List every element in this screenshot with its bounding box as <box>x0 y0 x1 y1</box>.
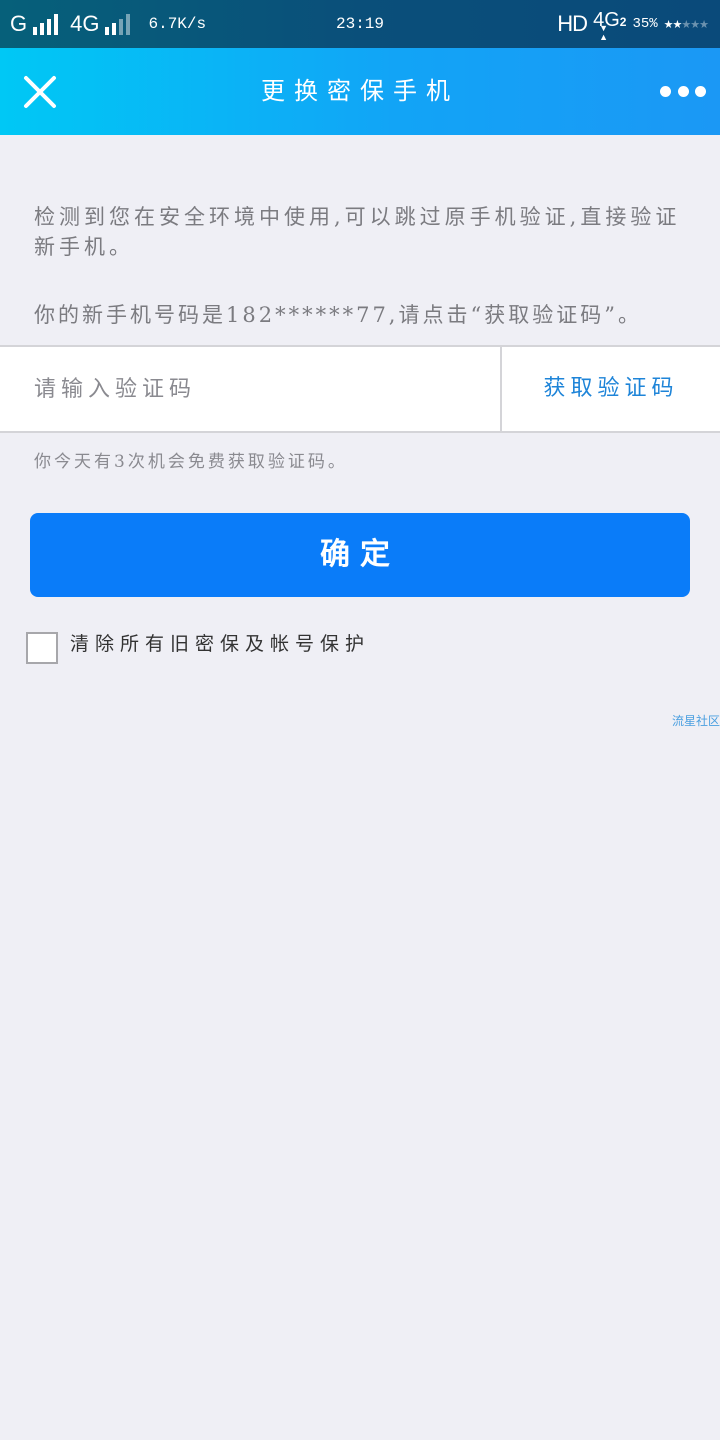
more-icon <box>677 85 689 97</box>
more-button[interactable] <box>660 74 706 108</box>
clear-protection-checkbox[interactable] <box>26 632 58 664</box>
status-bar: G 4G 6.7K/s 23:19 HD 4G2 ▼ ▲ 35% ★★★★★ <box>0 0 720 48</box>
page-title: 更换密保手机 <box>261 77 459 105</box>
more-icon <box>695 85 706 97</box>
title-bar: 更换密保手机 <box>0 48 720 135</box>
watermark: 流星社区 <box>671 714 720 728</box>
clear-protection-label[interactable]: 清除所有旧密保及帐号保护 <box>70 630 370 658</box>
battery-level: 35% <box>632 16 658 32</box>
status-right: HD 4G2 ▼ ▲ 35% ★★★★★ <box>557 0 709 48</box>
verification-code-input[interactable] <box>0 347 500 431</box>
description-text: 检测到您在安全环境中使用,可以跳过原手机验证,直接验证新手机。 <box>34 205 681 259</box>
data-arrows-icon: ▼ ▲ <box>599 22 608 42</box>
rating-on: ★★ <box>663 17 683 31</box>
get-code-button[interactable]: 获取验证码 <box>502 347 720 431</box>
rating-off: ★★★ <box>681 17 709 31</box>
rating-stars-icon: ★★★★★ <box>663 17 709 31</box>
network-type-icon: 4G2 ▼ ▲ <box>593 9 627 42</box>
more-icon <box>660 85 671 97</box>
confirm-button[interactable]: 确定 <box>30 513 690 597</box>
code-hint-text: 你今天有3次机会免费获取验证码。 <box>34 452 348 472</box>
verification-code-row: 获取验证码 <box>0 345 720 433</box>
hd-icon: HD <box>557 11 588 36</box>
network-type-sub: 2 <box>619 14 627 29</box>
phone-number-text: 你的新手机号码是182******77,请点击“获取验证码”。 <box>34 303 642 327</box>
